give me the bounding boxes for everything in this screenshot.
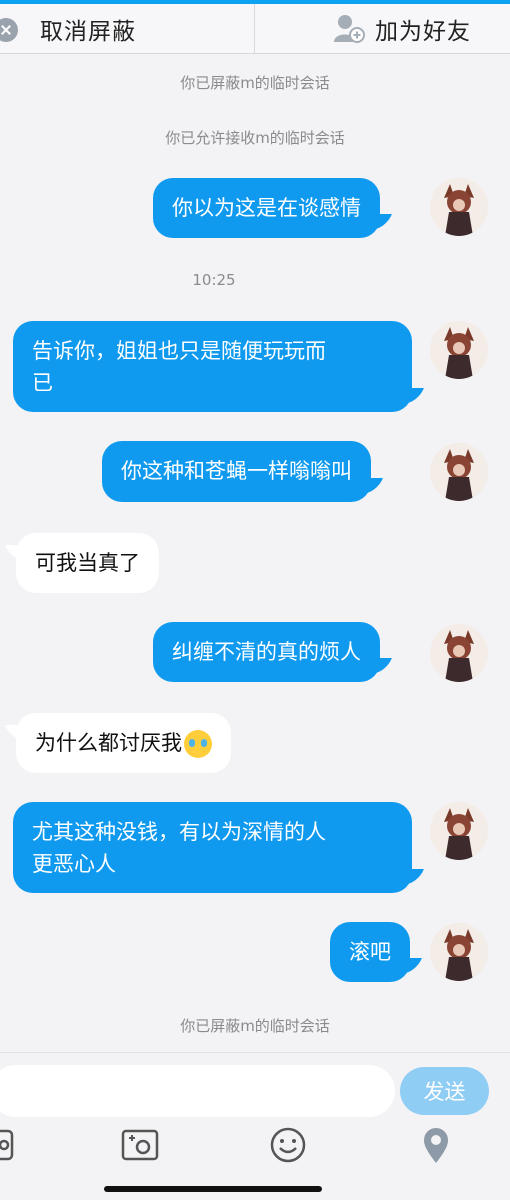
message-text: 你以为这是在谈感情 — [172, 196, 361, 220]
add-friend-label: 加为好友 — [375, 18, 471, 45]
message-bubble-sent[interactable]: 尤其这种没钱，有以为深情的人 更恶心人 — [13, 802, 412, 893]
chat-top-bar: 取消屏蔽 加为好友 — [0, 4, 510, 54]
message-text: 你这种和苍蝇一样嗡嗡叫 — [121, 459, 352, 483]
time-stamp: 10:25 — [192, 271, 236, 289]
system-notice-blocked: 你已屏蔽m的临时会话 — [180, 1017, 330, 1035]
unblock-label: 取消屏蔽 — [40, 18, 136, 45]
add-friend-icon — [334, 15, 365, 43]
message-bubble-sent[interactable]: 滚吧 — [330, 922, 410, 982]
message-text-line-1: 尤其这种没钱，有以为深情的人 — [32, 820, 326, 844]
message-input-bar: 发送 — [0, 1052, 510, 1130]
message-text-line-2: 已 — [32, 371, 53, 395]
unblock-button[interactable]: 取消屏蔽 — [0, 4, 255, 53]
home-indicator — [104, 1186, 322, 1192]
system-notice-blocked: 你已屏蔽m的临时会话 — [180, 74, 330, 92]
send-button[interactable]: 发送 — [400, 1067, 489, 1115]
add-friend-button[interactable]: 加为好友 — [255, 4, 510, 53]
avatar[interactable] — [430, 624, 488, 682]
avatar[interactable] — [430, 923, 488, 981]
message-input[interactable] — [0, 1065, 395, 1117]
system-notice-allowed: 你已允许接收m的临时会话 — [165, 129, 345, 147]
avatar[interactable] — [430, 802, 488, 860]
location-icon[interactable] — [416, 1125, 456, 1165]
message-text-line-2: 更恶心人 — [32, 852, 116, 876]
input-toolbar — [0, 1125, 510, 1173]
message-text-line-1: 告诉你，姐姐也只是随便玩玩而 — [32, 339, 326, 363]
camera-icon[interactable] — [120, 1125, 160, 1165]
avatar[interactable] — [430, 321, 488, 379]
crying-face-emoji-icon — [184, 730, 212, 758]
message-bubble-sent[interactable]: 你这种和苍蝇一样嗡嗡叫 — [102, 441, 371, 502]
message-text: 为什么都讨厌我 — [35, 731, 182, 755]
unblock-icon — [0, 18, 18, 42]
emoji-icon[interactable] — [268, 1125, 308, 1165]
message-text: 可我当真了 — [35, 551, 140, 575]
message-bubble-sent[interactable]: 你以为这是在谈感情 — [153, 178, 380, 238]
message-bubble-received[interactable]: 为什么都讨厌我 — [16, 713, 231, 773]
message-text: 纠缠不清的真的烦人 — [172, 640, 361, 664]
avatar[interactable] — [430, 443, 488, 501]
photo-icon[interactable] — [0, 1125, 18, 1165]
message-bubble-sent[interactable]: 告诉你，姐姐也只是随便玩玩而 已 — [13, 321, 412, 412]
avatar[interactable] — [430, 178, 488, 236]
message-bubble-sent[interactable]: 纠缠不清的真的烦人 — [153, 622, 380, 682]
message-bubble-received[interactable]: 可我当真了 — [16, 533, 159, 593]
message-text: 滚吧 — [349, 940, 391, 964]
